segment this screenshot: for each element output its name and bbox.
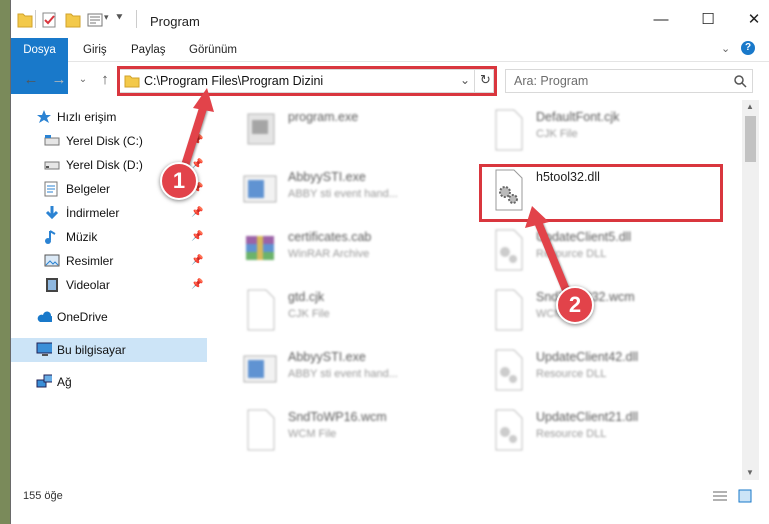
step-marker-2: 2 [556,286,594,324]
arrow-1 [178,88,214,179]
annotation-arrows [178,88,572,299]
step-marker-1: 1 [160,162,198,200]
arrow-2 [525,206,572,299]
